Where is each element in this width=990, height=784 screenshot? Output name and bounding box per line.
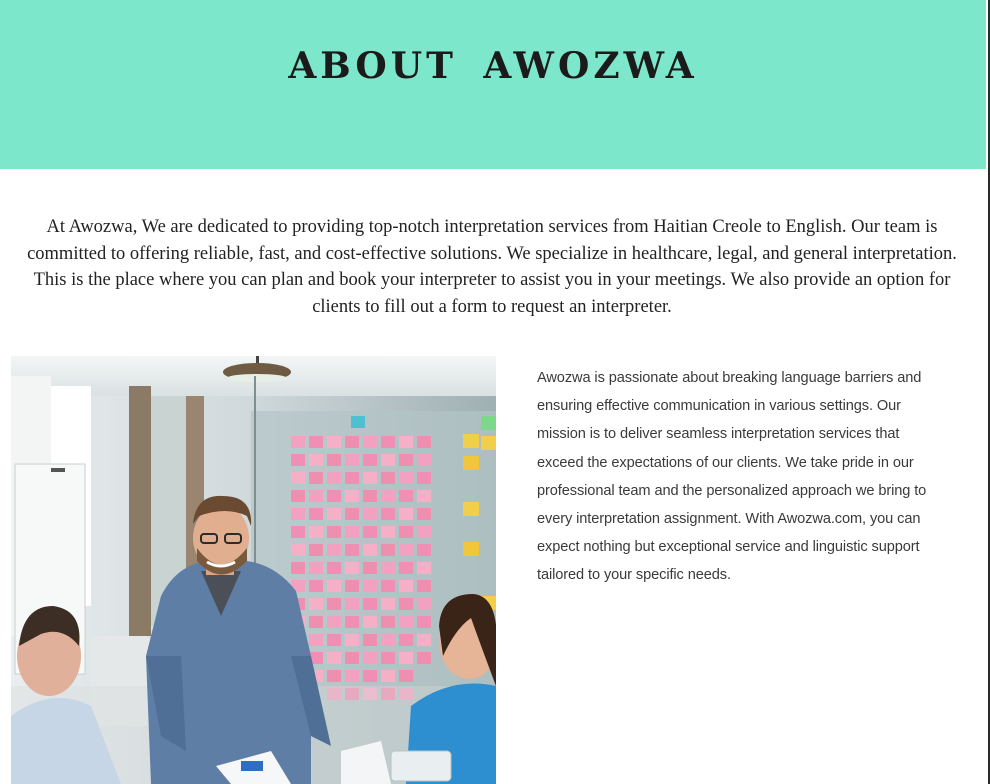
hero-banner: ABOUT AWOZWA [0, 0, 986, 169]
team-meeting-photo [11, 356, 496, 784]
about-page: ABOUT AWOZWA At Awozwa, We are dedicated… [0, 0, 990, 784]
mission-paragraph: Awozwa is passionate about breaking lang… [537, 370, 927, 584]
intro-paragraph: At Awozwa, We are dedicated to providing… [27, 217, 957, 317]
page-title: ABOUT AWOZWA [288, 45, 698, 87]
